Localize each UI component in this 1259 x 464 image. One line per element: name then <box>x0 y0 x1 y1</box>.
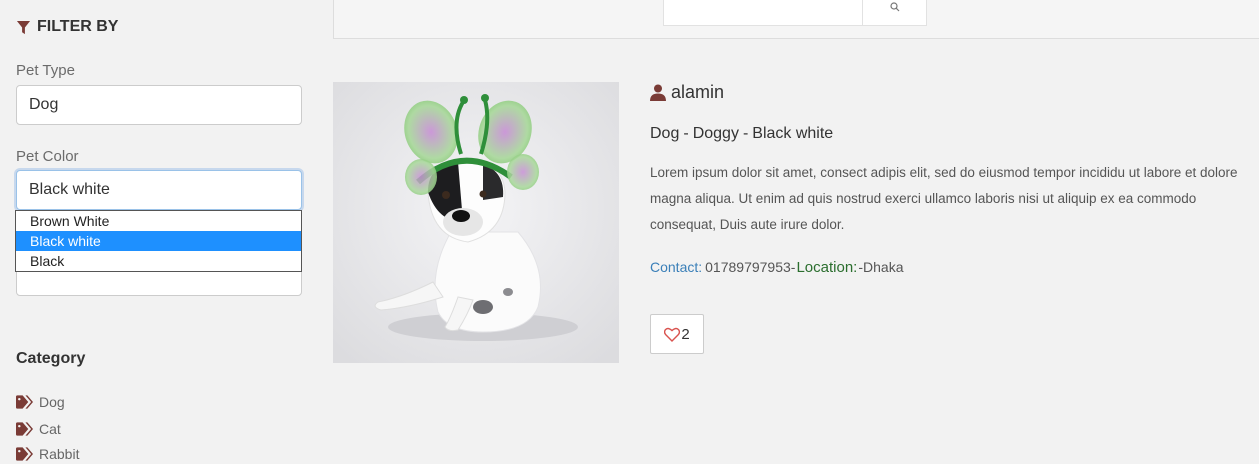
category-heading: Category <box>16 350 86 367</box>
owner-name: alamin <box>671 82 725 102</box>
pet-color-option[interactable]: Black <box>16 251 301 271</box>
location-label: Location: <box>796 259 858 276</box>
tag-icon <box>16 422 33 436</box>
contact-info: Contact: 01789797953 - Location: - Dhaka <box>650 259 904 276</box>
like-button[interactable]: 2 <box>650 314 704 354</box>
contact-label: Contact: <box>650 259 703 275</box>
pet-type-input[interactable]: Dog <box>16 85 302 125</box>
pet-color-value: Black white <box>29 181 110 198</box>
search-bar-area <box>333 0 1259 39</box>
category-item-label: Cat <box>39 421 61 437</box>
pet-name: Doggy <box>692 125 739 142</box>
pet-type: Dog <box>650 125 680 142</box>
contact-phone: 01789797953 <box>705 259 791 275</box>
pet-color-label: Pet Color <box>16 148 79 165</box>
search-input[interactable] <box>663 0 863 26</box>
filter-title-text: FILTER BY <box>37 18 119 35</box>
pet-description: Lorem ipsum dolor sit amet, consect adip… <box>650 165 1238 232</box>
user-icon <box>650 84 666 101</box>
search-button[interactable] <box>863 0 927 26</box>
contact-separator: - <box>790 259 796 275</box>
category-item-label: Rabbit <box>39 446 80 462</box>
location-value: Dhaka <box>863 259 904 275</box>
pet-color: Black white <box>752 125 834 142</box>
filter-heading: FILTER BY <box>16 18 118 36</box>
pet-summary: Dog - Doggy - Black white <box>650 125 833 143</box>
filter-icon <box>16 20 31 34</box>
like-count: 2 <box>681 325 690 343</box>
meta-separator: - <box>683 125 689 142</box>
heart-icon <box>664 327 681 342</box>
category-item-cat[interactable]: Cat <box>16 421 61 437</box>
tag-icon <box>16 395 33 409</box>
category-item-label: Dog <box>39 394 65 410</box>
pet-color-option[interactable]: Brown White <box>16 211 301 231</box>
pet-type-value: Dog <box>29 96 59 113</box>
pet-color-options: Brown White Black white Black <box>15 210 302 272</box>
category-item-rabbit[interactable]: Rabbit <box>16 446 79 462</box>
tag-icon <box>16 447 33 461</box>
pet-owner: alamin <box>650 82 724 103</box>
pet-color-select[interactable]: Black white <box>16 170 302 210</box>
filter-sidebar: FILTER BY Pet Type Dog Pet Color Black w… <box>0 0 318 464</box>
pet-type-label: Pet Type <box>16 62 75 79</box>
pet-color-option-selected[interactable]: Black white <box>16 231 301 251</box>
pet-photo <box>333 82 619 363</box>
search-icon <box>889 2 899 12</box>
dog-with-butterfly-headband-image <box>333 82 619 363</box>
meta-separator: - <box>742 125 749 142</box>
category-item-dog[interactable]: Dog <box>16 394 65 410</box>
